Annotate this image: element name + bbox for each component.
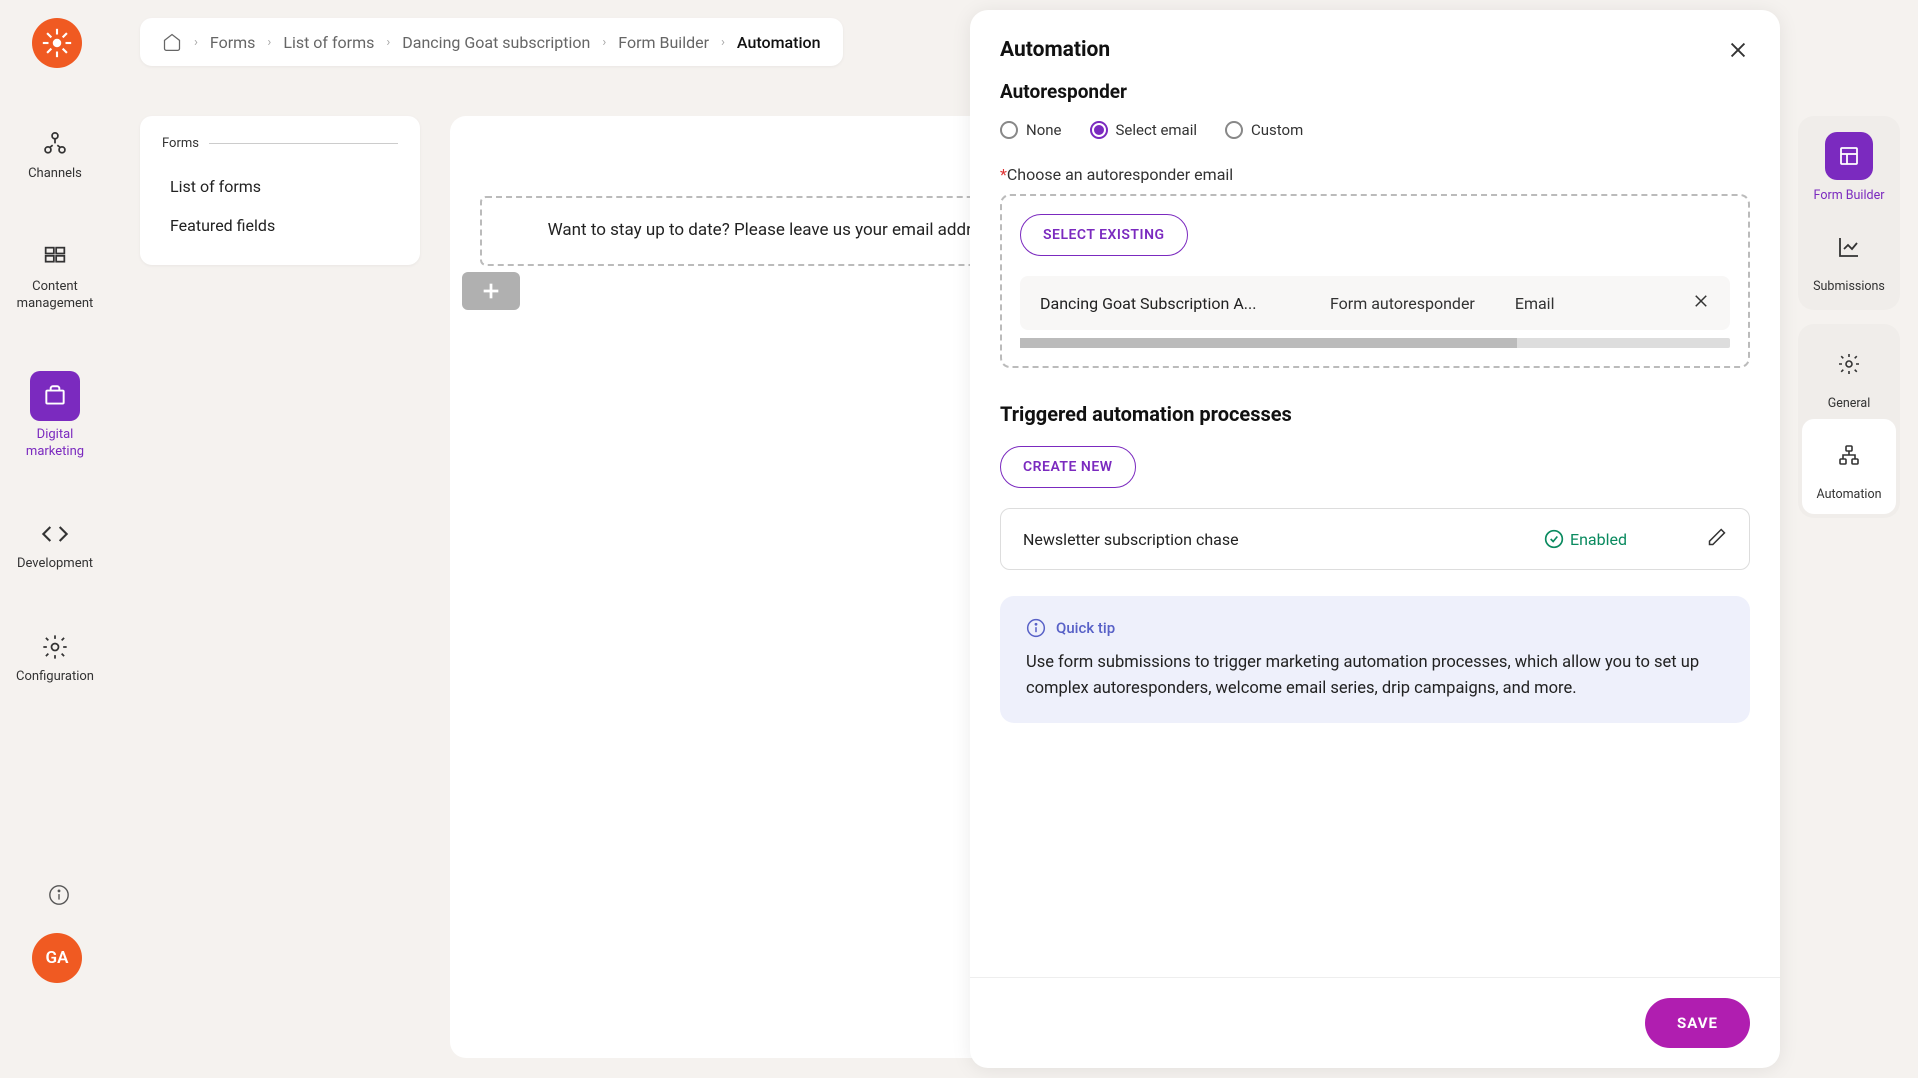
marketing-icon (30, 371, 80, 421)
right-nav-general[interactable]: General (1806, 340, 1892, 411)
user-avatar[interactable]: GA (32, 933, 82, 983)
right-nav-group-2: General Automation (1798, 324, 1900, 518)
app-logo[interactable] (32, 18, 82, 68)
right-nav-label: Automation (1817, 487, 1882, 502)
right-nav-submissions[interactable]: Submissions (1806, 223, 1892, 294)
primary-nav: Channels Content management Digital mark… (0, 120, 110, 694)
info-icon[interactable] (48, 884, 70, 910)
breadcrumb-entity[interactable]: Dancing Goat subscription (402, 33, 590, 52)
radio-label: Select email (1116, 121, 1198, 139)
sub-nav-featured-fields[interactable]: Featured fields (162, 206, 398, 245)
nav-label: Configuration (16, 669, 94, 686)
right-nav-label: General (1828, 396, 1871, 411)
selected-email-row: Dancing Goat Subscription A... Form auto… (1020, 276, 1730, 330)
chevron-right-icon: › (386, 35, 390, 50)
radio-select-email[interactable]: Select email (1090, 121, 1198, 139)
close-button[interactable] (1726, 38, 1750, 62)
logo-icon (40, 26, 74, 60)
tip-label: Quick tip (1056, 619, 1115, 637)
check-circle-icon (1544, 529, 1564, 549)
nav-configuration[interactable]: Configuration (0, 623, 110, 694)
create-new-button[interactable]: CREATE NEW (1000, 446, 1136, 488)
email-selector-box: SELECT EXISTING Dancing Goat Subscriptio… (1000, 194, 1750, 368)
radio-label: Custom (1251, 121, 1303, 139)
plus-icon (480, 280, 502, 302)
status-badge: Enabled (1544, 529, 1627, 549)
process-row: Newsletter subscription chase Enabled (1000, 508, 1750, 570)
remove-email-button[interactable] (1692, 292, 1710, 314)
radio-icon (1000, 121, 1018, 139)
breadcrumb-list[interactable]: List of forms (283, 33, 374, 52)
home-icon[interactable] (162, 32, 182, 52)
close-icon (1692, 292, 1710, 310)
breadcrumb-builder[interactable]: Form Builder (618, 33, 709, 52)
chevron-right-icon: › (721, 35, 725, 50)
chevron-right-icon: › (602, 35, 606, 50)
sub-nav-heading: Forms (162, 136, 398, 151)
code-icon (39, 518, 71, 550)
radio-custom[interactable]: Custom (1225, 121, 1303, 139)
breadcrumb-current: Automation (737, 33, 821, 52)
process-name: Newsletter subscription chase (1023, 530, 1524, 549)
form-builder-icon (1825, 132, 1873, 180)
nav-label: Development (17, 556, 93, 573)
chevron-right-icon: › (267, 35, 271, 50)
selected-email-channel: Email (1515, 294, 1555, 313)
processes-heading: Triggered automation processes (1000, 402, 1750, 426)
status-text: Enabled (1570, 530, 1627, 549)
autoresponder-heading: Autoresponder (1000, 80, 1750, 103)
content-icon (39, 241, 71, 273)
radio-none[interactable]: None (1000, 121, 1062, 139)
pencil-icon (1707, 527, 1727, 547)
right-nav-label: Form Builder (1814, 188, 1885, 203)
nav-channels[interactable]: Channels (0, 120, 110, 191)
form-field-label: Want to stay up to date? Please leave us… (548, 218, 1003, 244)
edit-process-button[interactable] (1707, 527, 1727, 551)
info-icon (1026, 618, 1046, 638)
submissions-icon (1825, 223, 1873, 271)
save-button[interactable]: SAVE (1645, 998, 1750, 1048)
nav-label: Channels (28, 166, 82, 183)
right-nav-form-builder[interactable]: Form Builder (1806, 132, 1892, 203)
horizontal-scrollbar[interactable] (1020, 338, 1730, 348)
chevron-right-icon: › (194, 35, 198, 50)
add-field-button[interactable] (462, 272, 520, 310)
autoresponder-radio-group: None Select email Custom (1000, 121, 1750, 139)
nav-label: Digital marketing (26, 427, 84, 461)
nav-development[interactable]: Development (0, 510, 110, 581)
automation-icon (1825, 431, 1873, 479)
automation-panel: Automation Autoresponder None Select ema… (970, 10, 1780, 1068)
close-icon (1727, 39, 1749, 61)
selected-email-type: Form autoresponder (1330, 294, 1475, 313)
sub-nav: Forms List of forms Featured fields (140, 116, 420, 265)
nav-digital-marketing[interactable]: Digital marketing (0, 363, 110, 469)
gear-icon (39, 631, 71, 663)
choose-email-label: *Choose an autoresponder email (1000, 165, 1750, 184)
nav-label: Content management (17, 279, 94, 313)
right-nav-group-1: Form Builder Submissions (1798, 116, 1900, 310)
gear-icon (1825, 340, 1873, 388)
right-nav-label: Submissions (1813, 279, 1885, 294)
radio-label: None (1026, 121, 1062, 139)
right-nav: Form Builder Submissions General Automat… (1798, 116, 1900, 518)
breadcrumb: › Forms › List of forms › Dancing Goat s… (140, 18, 843, 66)
tip-text: Use form submissions to trigger marketin… (1026, 650, 1724, 701)
radio-icon (1225, 121, 1243, 139)
select-existing-button[interactable]: SELECT EXISTING (1020, 214, 1188, 256)
selected-email-name: Dancing Goat Subscription A... (1040, 294, 1290, 313)
quick-tip-box: Quick tip Use form submissions to trigge… (1000, 596, 1750, 723)
panel-title: Automation (1000, 38, 1110, 62)
radio-icon (1090, 121, 1108, 139)
nav-content-management[interactable]: Content management (0, 233, 110, 321)
sub-nav-list-forms[interactable]: List of forms (162, 167, 398, 206)
right-nav-automation[interactable]: Automation (1802, 419, 1896, 514)
channels-icon (39, 128, 71, 160)
breadcrumb-forms[interactable]: Forms (210, 33, 256, 52)
